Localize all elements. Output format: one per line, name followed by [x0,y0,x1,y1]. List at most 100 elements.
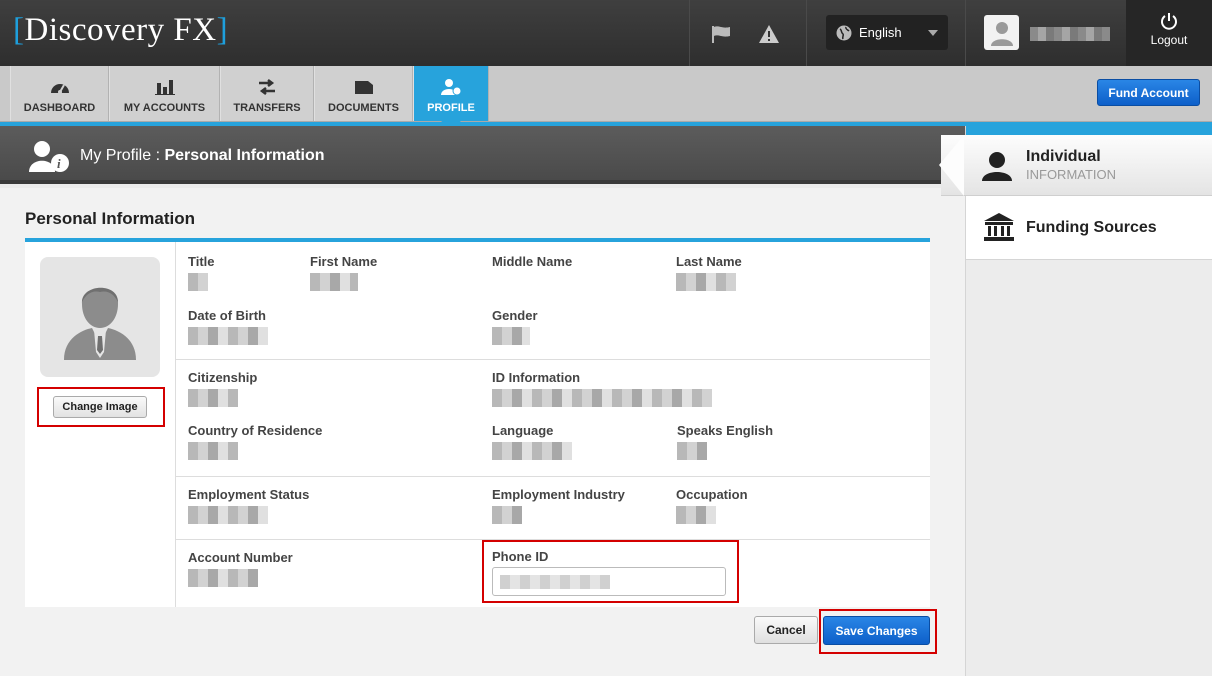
fund-account-button[interactable]: Fund Account [1097,79,1200,106]
logout-button[interactable]: Logout [1126,0,1212,66]
tab-profile[interactable]: PROFILE [413,66,489,129]
field-label: First Name [310,254,378,269]
redacted-value [188,273,208,291]
warning-icon[interactable] [757,22,781,46]
tab-label: MY ACCOUNTS [123,102,206,114]
profile-info-icon: i [28,140,72,179]
field-label: Employment Industry [492,487,625,502]
logo-bracket-left: [ [13,12,25,48]
person-icon [981,151,1013,186]
first-name-field: First Name [310,254,377,291]
field-label: Last Name [676,254,742,269]
id-information-field: ID Information [492,370,712,407]
page-header: i My Profile : Personal Information [0,126,965,184]
divider [806,0,807,66]
redacted-value [188,389,238,407]
main-content: Personal Information Change Image Title [0,188,965,676]
sidebar-item-title: Individual [1026,148,1101,165]
field-label: Occupation [676,487,748,502]
transfer-arrows-icon [221,78,313,96]
redacted-value [492,442,572,460]
username-redacted[interactable] [1030,27,1110,41]
app-page: [Discovery FX] English Logout DASHBOARD [0,0,1212,676]
account-number-field: Account Number [188,550,293,587]
logo-text: Discovery FX [24,12,217,48]
highlight-box-phone-id [482,540,739,603]
field-label: Middle Name [492,254,573,269]
chevron-down-icon [928,30,938,36]
field-label: Date of Birth [188,308,266,323]
dob-field: Date of Birth [188,308,268,345]
employment-industry-field: Employment Industry [492,487,625,524]
profile-sidebar: Individual INFORMATION Funding Sources [939,126,1212,676]
flag-icon[interactable] [710,22,734,46]
language-field: Language [492,423,572,460]
redacted-value [492,327,530,345]
user-silhouette-icon [64,287,136,360]
sidebar-item-title: Funding Sources [1026,219,1157,236]
tab-dashboard[interactable]: DASHBOARD [10,66,109,121]
highlight-box-save-changes [819,609,937,654]
name-row: Title First Name Middle Name Last Name D… [176,242,930,360]
section-title: Personal Information [25,209,196,228]
sidebar-item-individual[interactable]: Individual INFORMATION [939,135,1212,196]
employment-row: Employment Status Employment Industry Oc… [176,477,930,540]
folder-icon [315,78,412,96]
svg-text:i: i [57,156,61,171]
employment-status-field: Employment Status [188,487,309,524]
tab-my-accounts[interactable]: MY ACCOUNTS [109,66,220,121]
redacted-value [188,506,268,524]
redacted-value [676,273,736,291]
speaks-english-field: Speaks English [677,423,773,460]
tab-label: DOCUMENTS [328,102,399,114]
bank-icon [983,213,1015,246]
field-label: Account Number [188,550,293,565]
sidebar-item-funding-sources[interactable]: Funding Sources [966,196,1212,260]
brand-logo[interactable]: [Discovery FX] [13,12,228,49]
logo-bracket-right: ] [216,12,229,48]
sidebar-accent-line [966,126,1212,135]
page-title-main: Personal Information [164,147,325,164]
highlight-box-change-image [37,387,165,427]
last-name-field: Last Name [676,254,742,291]
cancel-button[interactable]: Cancel [754,616,818,644]
citizenship-field: Citizenship [188,370,257,407]
power-icon [1161,13,1177,30]
tab-label: TRANSFERS [233,102,301,114]
gauge-icon [11,78,108,96]
globe-icon [836,25,852,40]
redacted-value [188,442,238,460]
tab-transfers[interactable]: TRANSFERS [220,66,314,121]
main-nav: DASHBOARD MY ACCOUNTS TRANSFERS DOCUMENT… [0,66,1212,129]
field-label: Title [188,254,215,269]
language-value: English [859,25,902,40]
title-field: Title [188,254,215,291]
page-title-prefix: My Profile : [80,147,165,164]
redacted-value [677,442,707,460]
middle-name-field: Middle Name [492,254,572,269]
page-title: My Profile : Personal Information [80,147,325,165]
profile-icon [414,78,488,96]
redacted-value [310,273,358,291]
redacted-value [188,327,268,345]
sidebar-item-subtitle: INFORMATION [1026,167,1117,182]
language-select[interactable]: English [826,15,948,50]
tab-label: PROFILE [427,102,475,114]
bar-chart-icon [110,78,219,96]
tab-documents[interactable]: DOCUMENTS [314,66,413,121]
divider [689,0,690,66]
citizenship-row: Citizenship ID Information Country of Re… [176,360,930,477]
occupation-field: Occupation [676,487,748,524]
field-label: Gender [492,308,538,323]
gender-field: Gender [492,308,538,345]
field-label: Speaks English [677,423,774,438]
avatar[interactable] [984,15,1019,50]
field-label: Language [492,423,554,438]
field-label: Employment Status [188,487,310,502]
logout-label: Logout [1150,33,1188,47]
divider [965,0,966,66]
profile-photo [40,257,160,377]
country-of-residence-field: Country of Residence [188,423,322,460]
tab-label: DASHBOARD [23,102,96,114]
field-label: ID Information [492,370,581,385]
